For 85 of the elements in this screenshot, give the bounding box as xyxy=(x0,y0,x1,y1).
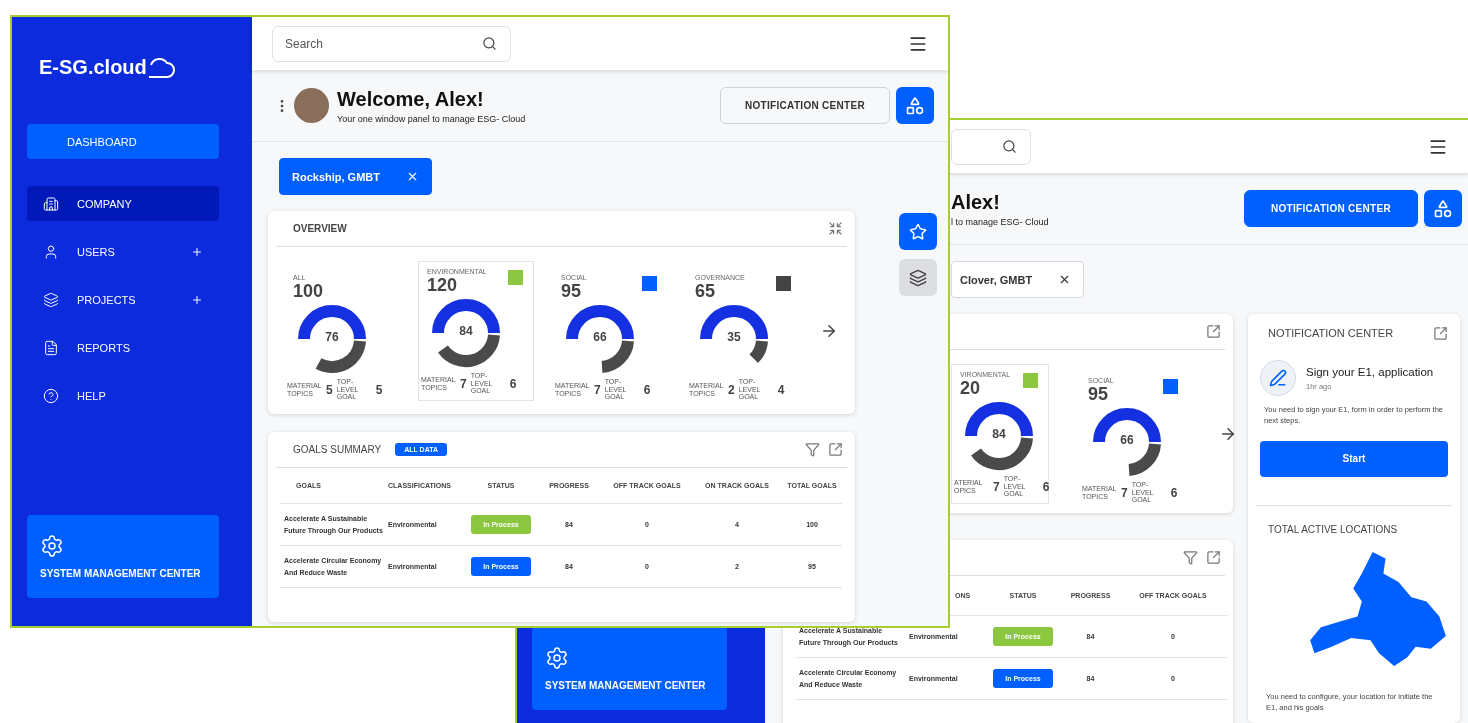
stat-value: 4 xyxy=(777,382,785,397)
welcome-title: Alex! xyxy=(951,190,1001,214)
nav-icon xyxy=(43,195,59,212)
stat-value: 7 xyxy=(594,382,601,397)
welcome-title: Welcome, Alex! xyxy=(337,87,485,111)
stat-value: 6 xyxy=(1042,479,1050,494)
star-icon xyxy=(909,222,927,241)
sidebar-item[interactable]: COMPANY xyxy=(27,186,219,221)
card-title: OVERVIEW xyxy=(293,223,347,234)
gauge-value: 76 xyxy=(324,330,340,344)
nav-icon xyxy=(43,387,59,404)
donut-gauge-drawing xyxy=(297,304,367,374)
search-icon xyxy=(1002,138,1017,154)
nav-icon xyxy=(43,291,59,308)
stat-value: 6 xyxy=(509,376,517,391)
category-total: 100 xyxy=(293,281,325,302)
stat-value: 7 xyxy=(1121,485,1128,500)
shapes-icon xyxy=(1433,198,1453,219)
search-field[interactable]: Search xyxy=(272,25,511,62)
donut-gauge-drawing xyxy=(565,304,635,374)
next-arrow-icon[interactable] xyxy=(1219,425,1237,443)
stat-value: 7 xyxy=(993,479,1000,494)
sidebar-item[interactable]: USERS xyxy=(27,234,219,269)
donut-gauge-drawing xyxy=(431,298,501,368)
sidebar-item[interactable]: REPORTS xyxy=(27,330,219,365)
card-title: GOALS SUMMARY xyxy=(293,444,382,455)
locations-title: TOTAL ACTIVE LOCATIONS xyxy=(1267,522,1399,535)
category-total: 20 xyxy=(960,378,982,399)
layers-button[interactable] xyxy=(899,259,937,296)
nav-icon xyxy=(43,243,59,260)
external-link-icon[interactable] xyxy=(1433,325,1448,341)
gauge-value: 66 xyxy=(1119,433,1135,447)
notification-center-button[interactable]: NOTIFICATION CENTER xyxy=(1244,190,1418,227)
stat-value: 2 xyxy=(728,382,735,397)
apps-button[interactable] xyxy=(1424,190,1462,227)
layers-icon xyxy=(909,268,927,287)
external-link-icon[interactable] xyxy=(828,442,843,457)
system-management-button[interactable]: SYSTEM MANAGEMENT CENTER xyxy=(27,515,219,598)
pen-icon xyxy=(1260,360,1296,396)
welcome-subtitle: Your one window panel to manage ESG- Cloud xyxy=(337,113,526,124)
stat-value: 7 xyxy=(460,376,467,391)
shapes-icon xyxy=(905,95,925,116)
chip-label: Rockship, GMBT xyxy=(292,170,380,183)
stat-value: 5 xyxy=(326,382,333,397)
search-icon xyxy=(482,35,497,51)
chip-label: Clover, GMBT xyxy=(960,273,1033,286)
nav-icon xyxy=(43,339,59,356)
favorite-button[interactable] xyxy=(899,213,937,250)
settings-icon xyxy=(545,646,569,670)
system-management-button[interactable]: SYSTEM MANAGEMENT CENTER xyxy=(532,627,727,710)
cloud-icon xyxy=(146,55,175,79)
sidebar-item[interactable]: PROJECTS xyxy=(27,282,219,317)
category-total: 95 xyxy=(1088,384,1110,405)
next-arrow-icon[interactable] xyxy=(820,322,838,340)
logo: E-SG.cloud xyxy=(39,56,147,79)
sidebar-item[interactable]: DASHBOARD xyxy=(27,124,219,159)
gauge-value: 66 xyxy=(592,330,608,344)
gauge-value: 35 xyxy=(726,330,742,344)
gauge-value: 84 xyxy=(991,427,1007,441)
avatar xyxy=(294,88,329,123)
collapse-icon[interactable] xyxy=(828,221,843,236)
search-field[interactable] xyxy=(951,128,1031,165)
stat-value: 6 xyxy=(1170,485,1178,500)
external-link-icon[interactable] xyxy=(1206,324,1221,339)
notification-center-button[interactable]: NOTIFICATION CENTER xyxy=(720,87,890,124)
donut-gauge-drawing xyxy=(1092,407,1162,477)
welcome-subtitle: l to manage ESG- Cloud xyxy=(951,216,1049,227)
settings-icon xyxy=(40,534,64,558)
card-title: NOTIFICATION CENTER xyxy=(1268,327,1394,339)
notification-message: Sign your E1, application xyxy=(1306,365,1434,378)
donut-gauge-drawing xyxy=(964,401,1034,471)
gauge-value: 84 xyxy=(458,324,474,338)
filter-icon[interactable] xyxy=(1183,550,1198,565)
company-chip[interactable]: Clover, GMBT xyxy=(951,261,1085,298)
stat-value: 5 xyxy=(375,382,383,397)
start-button[interactable]: Start xyxy=(1260,440,1448,477)
stat-value: 6 xyxy=(643,382,651,397)
apps-button[interactable] xyxy=(896,87,934,124)
external-link-icon[interactable] xyxy=(1206,550,1221,565)
filter-icon[interactable] xyxy=(805,442,820,457)
category-total: 120 xyxy=(427,275,459,296)
company-chip[interactable]: Rockship, GMBT xyxy=(279,158,432,195)
sidebar-item[interactable]: HELP xyxy=(27,378,219,413)
category-total: 95 xyxy=(561,281,583,302)
category-total: 65 xyxy=(695,281,717,302)
